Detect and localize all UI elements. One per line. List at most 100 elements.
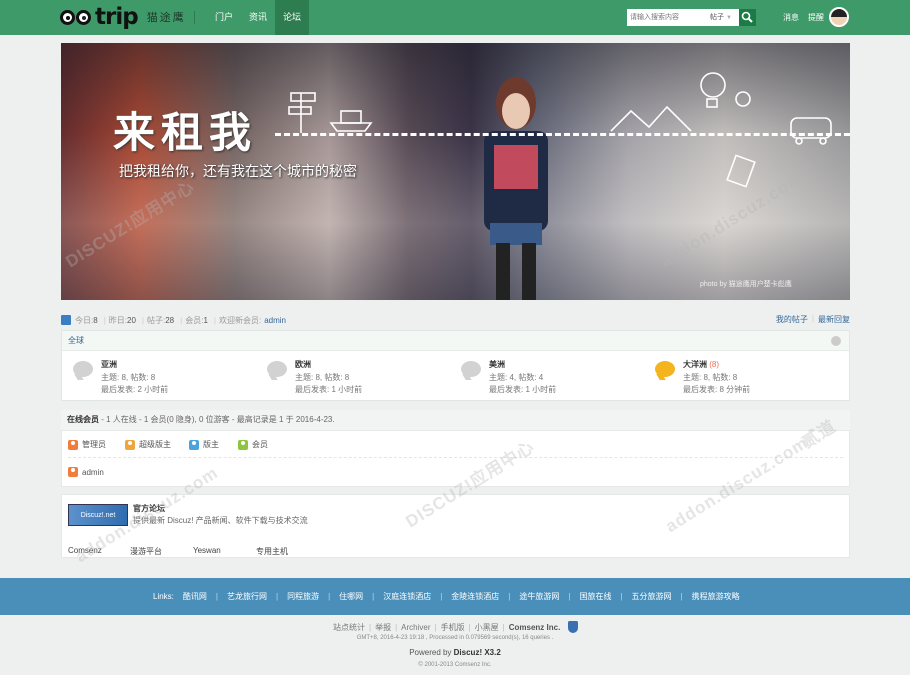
discuz-link[interactable]: Discuz! X3.2: [454, 648, 501, 657]
stat-yesterday-label: 昨日:: [108, 315, 127, 325]
user-links: 消息 提醒: [783, 0, 824, 35]
owl-eyes-icon: [60, 9, 91, 25]
new-member-link[interactable]: admin: [264, 316, 286, 325]
stat-today-label: 今日:: [75, 315, 94, 325]
footer-link[interactable]: 携程旅游攻略: [692, 591, 740, 602]
footer-link[interactable]: 汉庭连锁酒店: [383, 591, 431, 602]
shield-icon[interactable]: [568, 621, 579, 633]
board-last-post[interactable]: 最后发表: 8 分钟前: [683, 384, 750, 395]
board-name-link[interactable]: 欧洲: [295, 359, 311, 370]
board-name-link[interactable]: 美洲: [489, 359, 505, 370]
legend-mod: 版主: [189, 439, 219, 450]
stat-members-label: 会员:: [185, 315, 204, 325]
search-button[interactable]: [739, 9, 756, 26]
user-mod-icon: [189, 439, 199, 450]
footer-link[interactable]: 国旅在线: [579, 591, 611, 602]
latest-replies-link[interactable]: 最新回复: [818, 314, 850, 325]
notifications-link[interactable]: 提醒: [808, 0, 824, 35]
board-last-post[interactable]: 最后发表: 1 小时前: [489, 384, 556, 395]
footer-link[interactable]: 金陵连锁酒店: [451, 591, 499, 602]
logo-word: trip: [95, 4, 139, 30]
logo-chinese-name: 猫途鹰: [146, 12, 186, 24]
user-admin-icon: [68, 439, 78, 450]
online-summary: - 1 人在线 - 1 会员(0 隐身), 0 位游客 - 最高记录是 1 于 …: [99, 415, 335, 424]
footer-nav-link[interactable]: 站点统计: [333, 622, 365, 633]
my-posts-link[interactable]: 我的帖子: [776, 314, 808, 325]
board-last-post[interactable]: 最后发表: 2 小时前: [101, 384, 168, 395]
travel-doodle-icons: [288, 72, 832, 188]
footer-nav-link[interactable]: 举报: [375, 622, 391, 633]
text-link[interactable]: Comsenz: [68, 546, 102, 555]
stat-members-value: 1: [203, 315, 208, 325]
board-name-link[interactable]: 亚洲: [101, 359, 117, 370]
photo-credit: photo by 猫途鹰用户楚卡彪鹰: [700, 281, 792, 288]
footer-time: GMT+8, 2016-4-23 19:18 , Processed in 0.…: [356, 635, 554, 641]
text-link[interactable]: 漫游平台: [130, 546, 162, 557]
banner-subtitle: 把我租给你，还有我在这个城市的秘密: [119, 163, 357, 179]
footer-nav: 站点统计 | 举报 | Archiver | 手机版 | 小黑屋 | Comsenz In…: [333, 621, 579, 633]
search-input[interactable]: [627, 9, 710, 26]
company-link[interactable]: Comsenz Inc.: [509, 623, 561, 632]
stat-posts-value: 28: [165, 315, 175, 325]
board-item[interactable]: 美洲 主题: 4, 帖数: 4 最后发表: 1 小时前: [455, 359, 645, 399]
footer-nav-link[interactable]: Archiver: [401, 623, 430, 632]
board-bubble-icon: [73, 361, 93, 377]
footer-links-bar: Links: 酷讯网 | 艺龙旅行网 | 同程旅游 | 住哪网 | 汉庭连锁酒店 | 金陵…: [0, 578, 910, 615]
board-stats: 主题: 4, 帖数: 4: [489, 373, 544, 382]
board-name-link[interactable]: 大洋洲 (8): [683, 359, 719, 370]
bar-chart-icon: [61, 315, 71, 325]
stat-posts-label: 帖子:: [146, 315, 166, 325]
footer-link[interactable]: 住哪网: [339, 591, 363, 602]
online-user[interactable]: admin: [68, 467, 104, 477]
board-last-post[interactable]: 最后发表: 1 小时前: [295, 384, 362, 395]
powered-by: Powered by Discuz! X3.2: [409, 648, 501, 657]
category-title-link[interactable]: 全球: [68, 336, 84, 345]
forum-category-box: 全球 亚洲 主题: 8, 帖数: 8 最后发表: 2 小时前 欧洲 主题: 8,…: [61, 330, 850, 401]
copyright: © 2001-2013 Comsenz Inc.: [418, 662, 492, 668]
collapse-toggle-icon[interactable]: [831, 336, 841, 346]
online-user-name[interactable]: admin: [82, 468, 104, 477]
board-item[interactable]: 欧洲 主题: 8, 帖数: 8 最后发表: 1 小时前: [261, 359, 451, 399]
discuz-logo-image[interactable]: Discuz!.net: [68, 504, 128, 526]
footer-link[interactable]: 同程旅游: [287, 591, 319, 602]
legend-super-mod: 超级版主: [125, 439, 171, 450]
search-type-label: 帖子: [710, 14, 724, 21]
forum-stats-bar: 今日: 8 | 昨日: 20 | 帖子: 28 | 会员: 1 | 欢迎新会员:…: [61, 314, 850, 326]
footer-link[interactable]: 五分旅游网: [632, 591, 672, 602]
stat-yesterday-value: 20: [127, 315, 136, 325]
online-title-link[interactable]: 在线会员: [67, 415, 99, 424]
board-stats: 主题: 8, 帖数: 8: [101, 373, 156, 382]
chevron-down-icon: ▼: [725, 15, 732, 21]
user-member-icon: [238, 439, 248, 450]
site-logo[interactable]: trip 猫途鹰: [60, 4, 186, 30]
nav-item-forum[interactable]: 论坛: [275, 0, 310, 35]
board-bubble-icon: [267, 361, 287, 377]
footer-link[interactable]: 艺龙旅行网: [227, 591, 267, 602]
board-item[interactable]: 大洋洲 (8) 主题: 8, 帖数: 8 最后发表: 8 分钟前: [649, 359, 839, 399]
page-footer: 站点统计 | 举报 | Archiver | 手机版 | 小黑屋 | Comsenz In…: [0, 615, 910, 675]
board-item[interactable]: 亚洲 主题: 8, 帖数: 8 最后发表: 2 小时前: [67, 359, 257, 399]
text-link[interactable]: Yeswan: [193, 546, 221, 555]
search-icon: [741, 11, 753, 23]
text-link[interactable]: 专用主机: [256, 546, 288, 557]
nav-item-portal[interactable]: 门户: [207, 0, 241, 35]
footer-link[interactable]: 酷讯网: [183, 591, 207, 602]
stats-right-links: 我的帖子 | 最新回复: [775, 314, 850, 325]
nav-item-news[interactable]: 资讯: [241, 0, 275, 35]
hero-banner[interactable]: 来租我 把我租给你，还有我在这个城市的秘密 photo by 猫途鹰用户楚卡彪鹰: [61, 43, 850, 300]
main-nav: 门户 资讯 论坛: [207, 0, 310, 35]
online-members-header: 在线会员 - 1 人在线 - 1 会员(0 隐身), 0 位游客 - 最高记录是…: [61, 410, 850, 430]
logo-divider: [194, 11, 195, 24]
search-box: 帖子 ▼: [627, 9, 739, 26]
board-stats: 主题: 8, 帖数: 8: [683, 373, 738, 382]
footer-link[interactable]: 途牛旅游网: [519, 591, 559, 602]
legend-member: 会员: [238, 439, 268, 450]
official-forum-link[interactable]: 官方论坛: [133, 503, 165, 514]
messages-link[interactable]: 消息: [783, 0, 799, 35]
avatar[interactable]: [829, 7, 849, 27]
legend-admin: 管理员: [68, 439, 106, 450]
footer-nav-link[interactable]: 小黑屋: [475, 622, 499, 633]
footer-nav-link[interactable]: 手机版: [441, 622, 465, 633]
friend-links-box: Discuz!.net 官方论坛 提供最新 Discuz! 产品新闻、软件下载与…: [61, 494, 850, 558]
search-type-select[interactable]: 帖子 ▼: [710, 9, 739, 26]
